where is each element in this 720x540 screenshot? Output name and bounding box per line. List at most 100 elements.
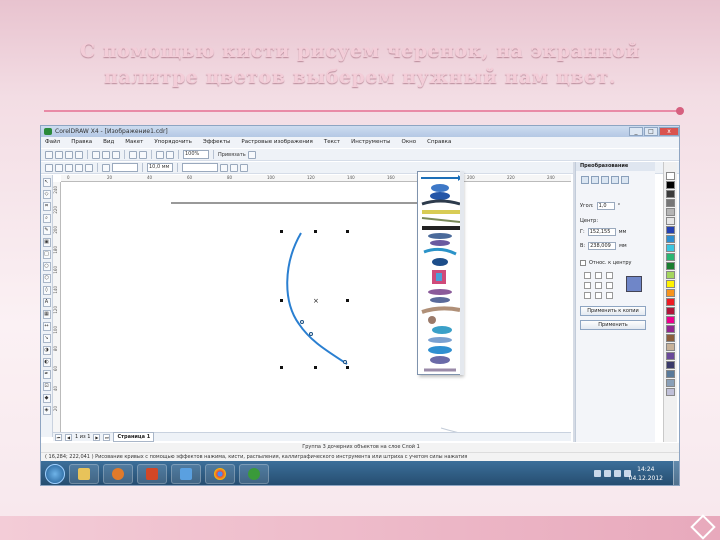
basic-shapes-tool-icon[interactable]: ◊ xyxy=(42,286,51,295)
stroke-wave[interactable] xyxy=(423,247,457,256)
chevron-down-icon[interactable] xyxy=(220,163,228,172)
tray-icon[interactable] xyxy=(614,470,621,477)
color-swatch[interactable] xyxy=(666,208,675,216)
outline-tool-icon[interactable]: ⊡ xyxy=(42,382,51,391)
selection-handle[interactable] xyxy=(346,366,349,369)
undo-icon[interactable] xyxy=(129,150,137,159)
color-swatch[interactable] xyxy=(666,226,675,234)
color-swatch[interactable] xyxy=(666,388,675,396)
cut-icon[interactable] xyxy=(92,150,100,159)
delete-stroke-icon[interactable] xyxy=(240,163,248,172)
apply-to-duplicate-button[interactable]: Применить к копии xyxy=(580,306,646,316)
stroke-blob[interactable] xyxy=(430,192,450,200)
relative-center-checkbox[interactable] xyxy=(580,260,586,266)
menu-bitmaps[interactable]: Растровые изображения xyxy=(241,137,312,148)
position-mode-icon[interactable] xyxy=(581,176,589,184)
smart-fill-tool-icon[interactable]: ▣ xyxy=(42,238,51,247)
menu-view[interactable]: Вид xyxy=(103,137,114,148)
artistic-media-pressure-icon[interactable] xyxy=(85,163,93,172)
drawing-canvas[interactable]: × xyxy=(61,182,571,432)
color-swatch[interactable] xyxy=(666,361,675,369)
paint-icon[interactable] xyxy=(171,464,201,484)
size-mode-icon[interactable] xyxy=(611,176,619,184)
save-stroke-icon[interactable] xyxy=(230,163,238,172)
menu-arrange[interactable]: Упорядочить xyxy=(154,137,192,148)
selection-handle[interactable] xyxy=(314,230,317,233)
menu-text[interactable]: Текст xyxy=(324,137,340,148)
stroke-feather[interactable] xyxy=(428,233,452,239)
stroke-smear[interactable] xyxy=(432,326,452,334)
color-swatch[interactable] xyxy=(666,289,675,297)
menu-help[interactable]: Справка xyxy=(427,137,451,148)
anchor-checkbox[interactable] xyxy=(584,282,591,289)
y-field[interactable]: 238,009 xyxy=(588,242,617,250)
stroke-chain[interactable] xyxy=(422,226,460,230)
interactive-fill-tool-icon[interactable]: ◈ xyxy=(42,406,51,415)
color-swatch[interactable] xyxy=(666,217,675,225)
menu-effects[interactable]: Эффекты xyxy=(203,137,231,148)
brush-list-scrollbar[interactable] xyxy=(460,171,464,375)
export-icon[interactable] xyxy=(166,150,174,159)
color-swatch[interactable] xyxy=(666,262,675,270)
page-tab[interactable]: Страница 1 xyxy=(113,432,155,442)
color-swatch[interactable] xyxy=(666,244,675,252)
anchor-checkbox[interactable] xyxy=(584,292,591,299)
selection-handle[interactable] xyxy=(346,299,349,302)
menu-edit[interactable]: Правка xyxy=(71,137,92,148)
windows-start-icon[interactable] xyxy=(45,464,65,484)
skew-mode-icon[interactable] xyxy=(621,176,629,184)
stroke-calligraphy[interactable] xyxy=(421,199,461,206)
anchor-checkbox[interactable] xyxy=(606,272,613,279)
snap-label[interactable]: Привязать xyxy=(218,152,246,158)
curve-node[interactable] xyxy=(343,360,347,364)
crop-tool-icon[interactable]: ⌗ xyxy=(42,202,51,211)
curve-node[interactable] xyxy=(309,332,313,336)
selection-handle[interactable] xyxy=(280,299,283,302)
stroke-dot[interactable] xyxy=(428,316,436,324)
color-swatch[interactable] xyxy=(666,235,675,243)
scale-mode-icon[interactable] xyxy=(601,176,609,184)
stroke-paint[interactable] xyxy=(430,297,450,303)
color-swatch[interactable] xyxy=(666,253,675,261)
last-page-button[interactable]: ⏭ xyxy=(103,433,111,441)
color-swatch[interactable] xyxy=(666,379,675,387)
anchor-checkbox[interactable] xyxy=(606,282,613,289)
new-icon[interactable] xyxy=(45,150,53,159)
menu-tools[interactable]: Инструменты xyxy=(351,137,390,148)
stroke-smear[interactable] xyxy=(428,346,452,354)
selection-handle[interactable] xyxy=(346,230,349,233)
explorer-icon[interactable] xyxy=(69,464,99,484)
angle-field[interactable]: 1,0 xyxy=(596,202,615,210)
polygon-tool-icon[interactable]: ⬡ xyxy=(42,274,51,283)
copy-icon[interactable] xyxy=(102,150,110,159)
import-icon[interactable] xyxy=(156,150,164,159)
tray-icon[interactable] xyxy=(604,470,611,477)
selection-handle[interactable] xyxy=(280,230,283,233)
artistic-media-sprayer-icon[interactable] xyxy=(65,163,73,172)
eyedropper-tool-icon[interactable]: ✒ xyxy=(42,370,51,379)
selection-handle[interactable] xyxy=(314,366,317,369)
prev-page-button[interactable]: ◀ xyxy=(65,433,72,441)
stroke-paint[interactable] xyxy=(428,289,452,295)
menu-file[interactable]: Файл xyxy=(45,137,60,148)
chrome-icon[interactable] xyxy=(205,464,235,484)
freehand-tool-icon[interactable]: ✎ xyxy=(42,226,51,235)
color-swatch[interactable] xyxy=(666,316,675,324)
apply-button[interactable]: Применить xyxy=(580,320,646,330)
color-swatch[interactable] xyxy=(666,190,675,198)
color-swatch[interactable] xyxy=(666,298,675,306)
fill-tool-icon[interactable]: ◆ xyxy=(42,394,51,403)
selection-handle[interactable] xyxy=(280,366,283,369)
color-swatch[interactable] xyxy=(666,334,675,342)
tray-icon[interactable] xyxy=(594,470,601,477)
save-icon[interactable] xyxy=(65,150,73,159)
anchor-checkbox[interactable] xyxy=(595,292,602,299)
maximize-button[interactable]: □ xyxy=(644,127,658,136)
stroke-smear[interactable] xyxy=(428,337,452,343)
stroke-smear[interactable] xyxy=(430,356,450,364)
color-swatch[interactable] xyxy=(666,307,675,315)
stroke-blob[interactable] xyxy=(431,184,449,192)
artistic-media-brush-icon[interactable] xyxy=(55,163,63,172)
stroke-feather[interactable] xyxy=(430,240,450,246)
zoom-tool-icon[interactable]: ⌕ xyxy=(42,214,51,223)
